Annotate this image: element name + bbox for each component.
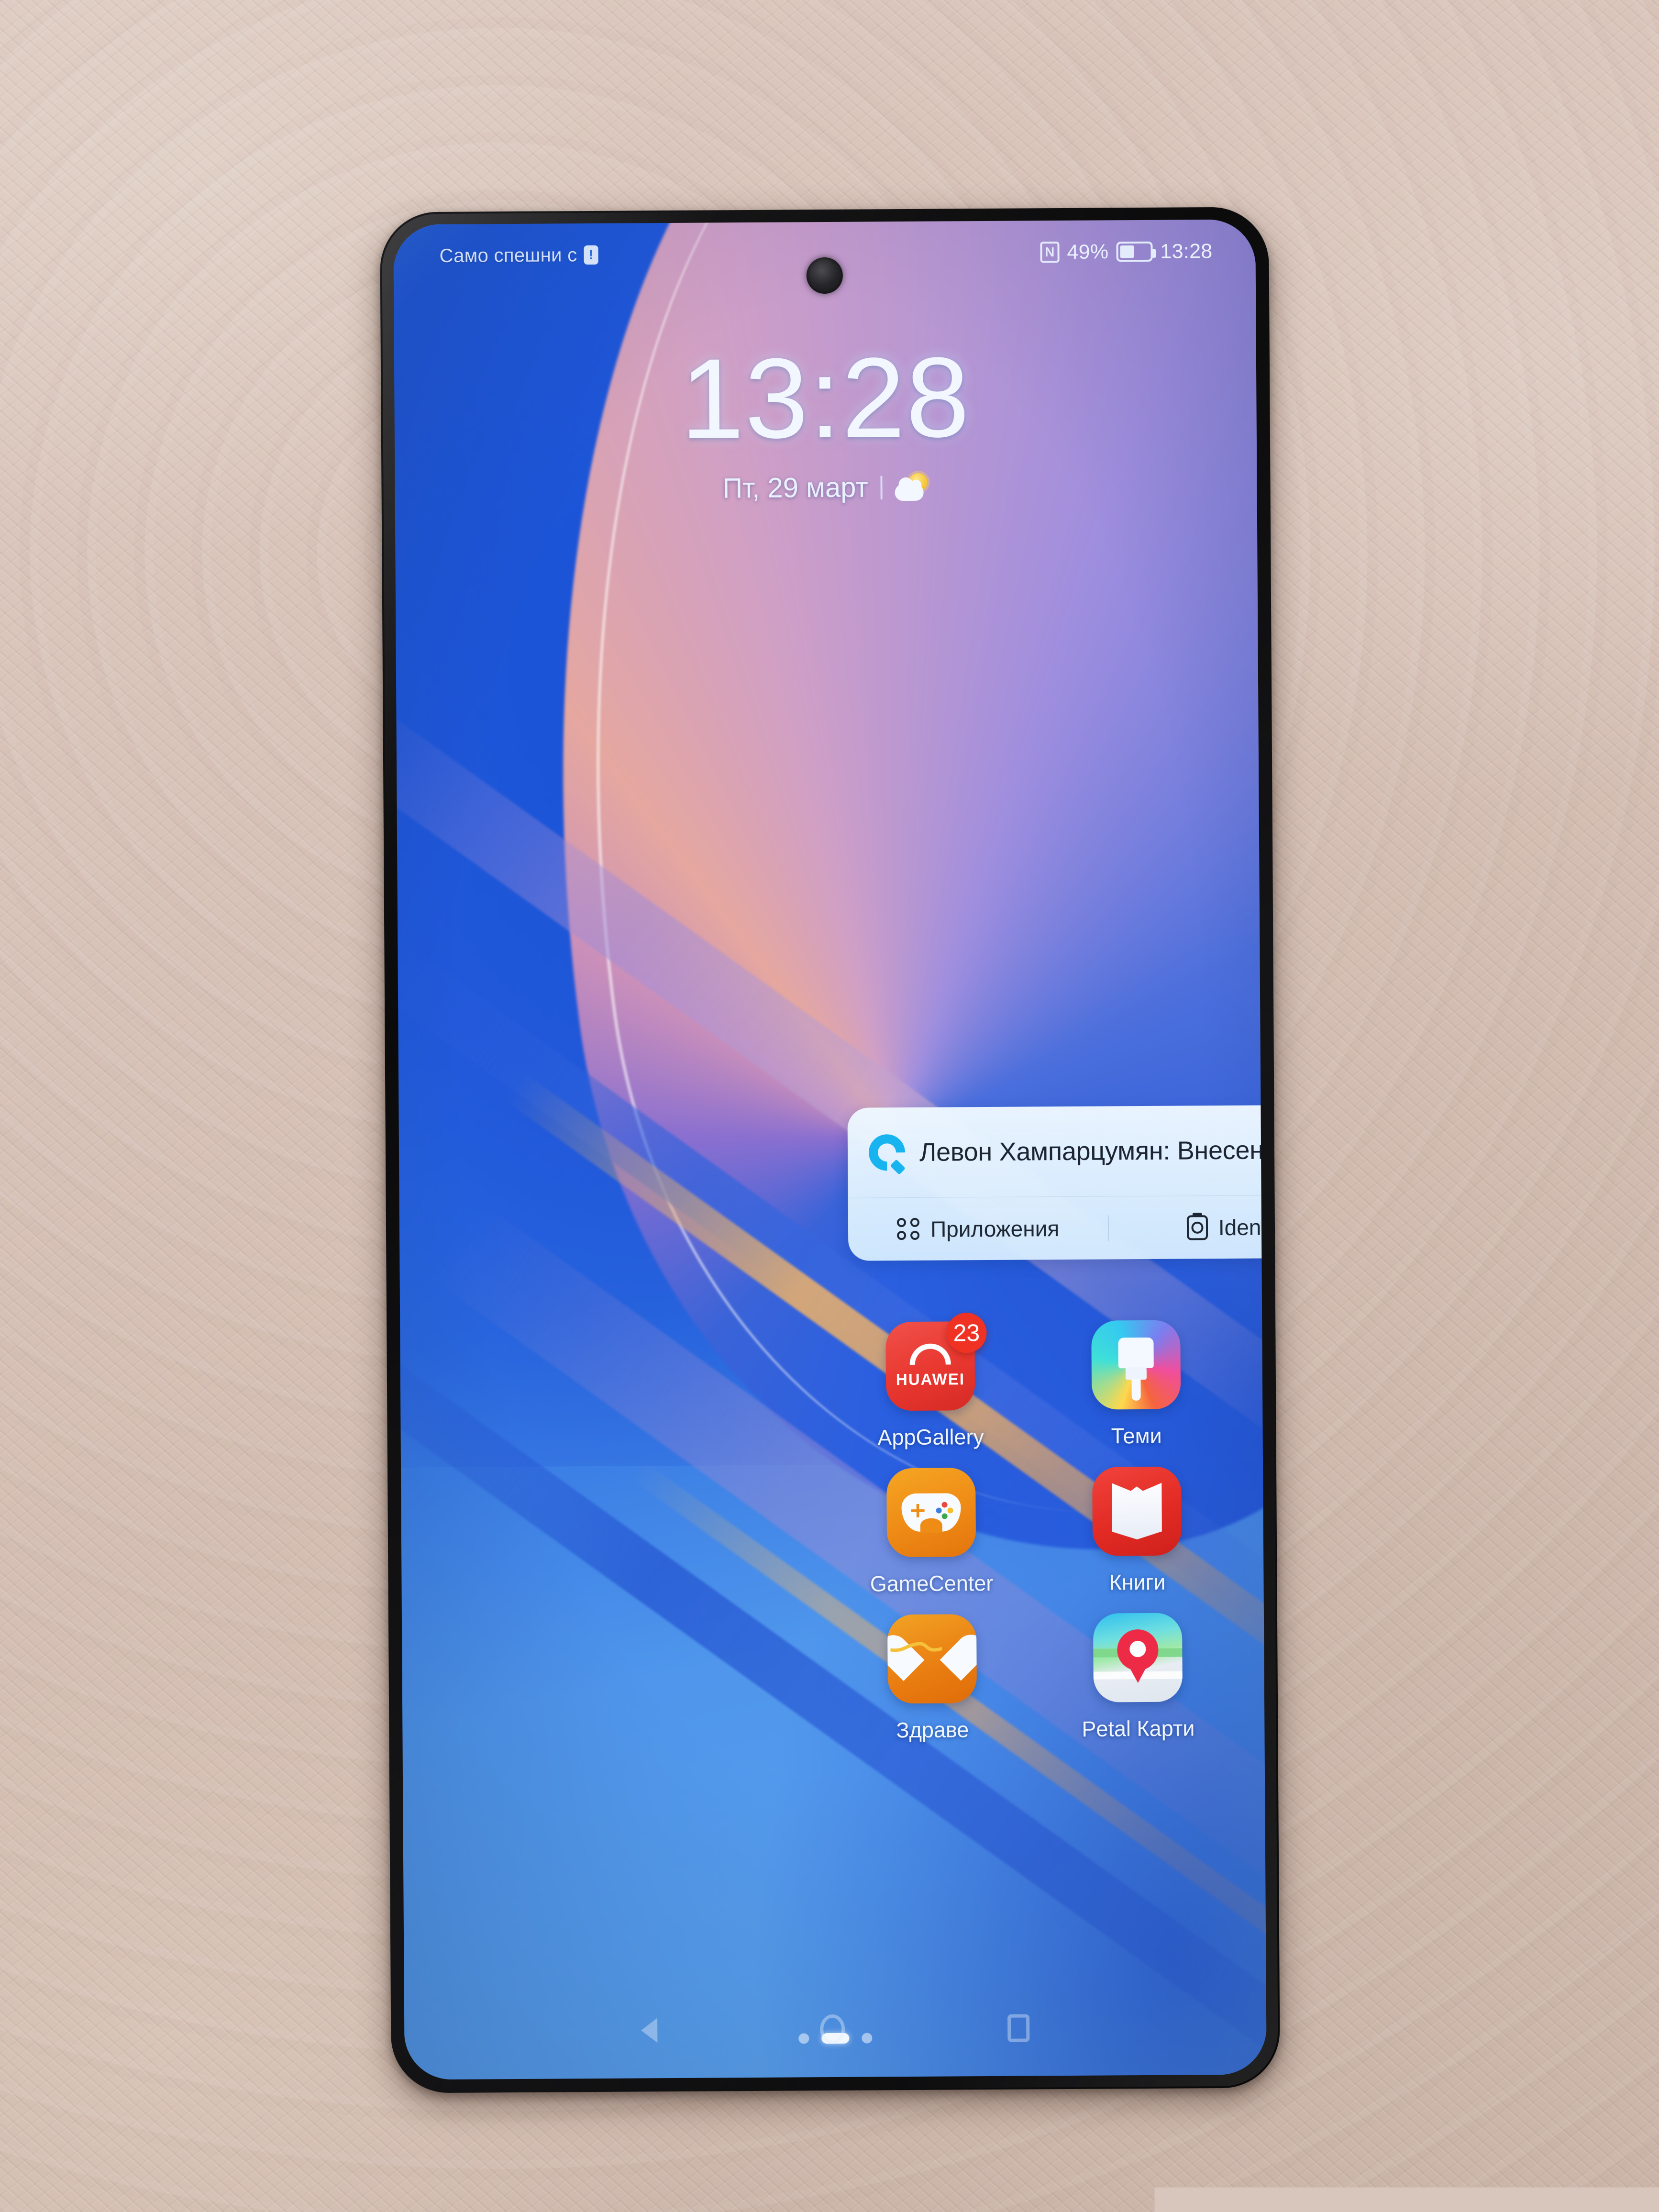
clock-date: Пт, 29 март (722, 471, 868, 504)
app-row: 23 HUAWEI AppGallery Теми HUAWEI (849, 1317, 1267, 1450)
search-input[interactable]: Левон Хампарцумян: Внесен (919, 1134, 1267, 1167)
app-label: Здраве (896, 1717, 969, 1743)
nfc-icon: N (1040, 242, 1059, 263)
back-triangle-icon[interactable] (641, 2018, 657, 2043)
quick-action-apps-label: Приложения (930, 1216, 1059, 1242)
quick-action-identify[interactable]: Identify (1108, 1214, 1267, 1241)
alert-icon: ! (584, 245, 598, 265)
app-label: GameCenter (870, 1571, 994, 1597)
app-label: Книги (1109, 1570, 1165, 1595)
carrier-label: Само спешни с (439, 244, 577, 267)
app-row: Здраве Petal Карти Настройки (851, 1610, 1267, 1743)
app-music[interactable]: Музика (1261, 1465, 1267, 1594)
health-icon (887, 1614, 977, 1703)
status-bar-clock: 13:28 (1160, 240, 1212, 264)
themes-brush-icon (1091, 1320, 1181, 1410)
battery-icon (1116, 242, 1152, 262)
petal-search-logo-icon (869, 1134, 905, 1171)
app-health[interactable]: Здраве (851, 1614, 1014, 1743)
front-camera-punch-hole (807, 257, 843, 294)
app-books[interactable]: Книги (1055, 1466, 1219, 1595)
quick-action-apps[interactable]: Приложения (848, 1215, 1108, 1242)
recents-square-icon[interactable] (1007, 2014, 1029, 2042)
clock-date-row: Пт, 29 март (395, 469, 1257, 507)
app-label: Теми (1111, 1424, 1161, 1449)
app-grid: 23 HUAWEI AppGallery Теми HUAWEI (849, 1317, 1267, 1761)
pulse-line-icon (890, 1641, 942, 1655)
gamecenter-icon (886, 1468, 976, 1557)
battery-percent-label: 49% (1067, 240, 1108, 264)
petal-maps-icon (1093, 1613, 1183, 1703)
clock-time: 13:28 (394, 339, 1257, 458)
app-settings[interactable]: Настройки (1262, 1611, 1267, 1740)
app-row: GameCenter Книги Музика (850, 1464, 1267, 1597)
petal-search-widget[interactable]: Левон Хампарцумян: Внесен Приложения Ide… (847, 1103, 1266, 1261)
app-gamecenter[interactable]: GameCenter (850, 1468, 1013, 1597)
clock-widget[interactable]: 13:28 Пт, 29 март (394, 339, 1257, 507)
identify-camera-icon (1187, 1215, 1208, 1240)
phone-screen[interactable]: Само спешни с ! N 49% 13:28 13:28 Пт, 29… (393, 220, 1267, 2080)
app-petal-maps[interactable]: Petal Карти (1056, 1613, 1220, 1742)
badge-count: 23 (946, 1313, 987, 1353)
phone-device: Само спешни с ! N 49% 13:28 13:28 Пт, 29… (380, 207, 1280, 2093)
home-circle-icon[interactable] (820, 2014, 845, 2044)
apps-grid-icon (897, 1217, 920, 1240)
quick-actions-row: Приложения Identify Scan (848, 1193, 1267, 1261)
app-label: AppGallery (877, 1425, 984, 1450)
quick-action-identify-label: Identify (1218, 1214, 1267, 1240)
app-label: Petal Карти (1082, 1716, 1194, 1741)
partly-cloudy-icon (895, 473, 929, 501)
app-my-huawei[interactable]: HUAWEI My HUAWEI (1260, 1318, 1267, 1448)
app-appgallery[interactable]: 23 HUAWEI AppGallery (849, 1321, 1012, 1450)
navigation-bar (404, 1998, 1267, 2060)
search-input-row[interactable]: Левон Хампарцумян: Внесен (847, 1103, 1266, 1198)
books-icon (1092, 1467, 1182, 1556)
app-themes[interactable]: Теми (1054, 1320, 1218, 1449)
divider (881, 476, 883, 499)
